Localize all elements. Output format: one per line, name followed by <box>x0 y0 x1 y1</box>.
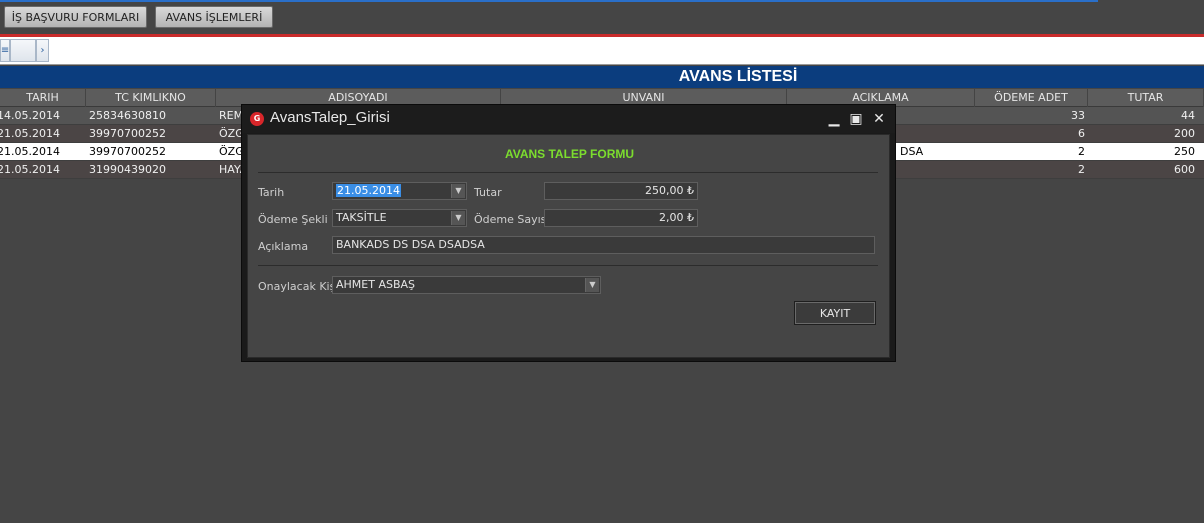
odeme-sayisi-input[interactable]: 2,00 ₺ <box>544 209 698 227</box>
maximize-icon[interactable]: ▣ <box>848 111 864 127</box>
chevron-down-icon[interactable]: ▼ <box>451 184 465 198</box>
avans-talep-dialog: G AvansTalep_Girisi ▁ ▣ ✕ AVANS TALEP FO… <box>241 104 896 362</box>
col-tutar[interactable]: TUTAR <box>1088 89 1204 107</box>
tutar-label: Tutar <box>474 186 502 199</box>
onaylacak-kisi-select[interactable]: AHMET ASBAŞ ▼ <box>332 276 601 294</box>
col-tc-kimlikno[interactable]: TC KIMLIKNO <box>86 89 216 107</box>
odeme-sekli-select[interactable]: TAKSİTLE ▼ <box>332 209 467 227</box>
onaylacak-kisi-label: Onaylacak Kişi <box>258 280 339 293</box>
tarih-value: 21.05.2014 <box>336 184 401 197</box>
dialog-title: AvansTalep_Girisi <box>270 109 390 126</box>
tarih-label: Tarih <box>258 186 285 199</box>
col-tarih[interactable]: TARIH <box>0 89 86 107</box>
col-odeme-adet[interactable]: ÖDEME ADET <box>975 89 1088 107</box>
dialog-titlebar[interactable]: G AvansTalep_Girisi ▁ ▣ ✕ <box>242 105 895 133</box>
minimize-icon[interactable]: ▁ <box>826 111 842 127</box>
close-icon[interactable]: ✕ <box>871 111 887 127</box>
form-title: AVANS TALEP FORMU <box>504 147 635 161</box>
onaylacak-kisi-value: AHMET ASBAŞ <box>336 278 416 291</box>
nav-blank-button[interactable] <box>10 39 36 62</box>
odeme-sekli-label: Ödeme Şekli <box>258 213 328 226</box>
list-title: AVANS LİSTESİ <box>678 68 798 85</box>
divider <box>258 265 878 266</box>
chevron-down-icon[interactable]: ▼ <box>585 278 599 292</box>
dialog-body: AVANS TALEP FORMU Tarih 21.05.2014 ▼ Tut… <box>247 134 890 358</box>
odeme-sayisi-label: Ödeme Sayısı <box>474 213 550 226</box>
divider <box>258 172 878 173</box>
is-basvuru-formlari-button[interactable]: İŞ BAŞVURU FORMLARI <box>4 6 147 28</box>
avans-islemleri-button[interactable]: AVANS İŞLEMLERİ <box>155 6 273 28</box>
menu-icon[interactable]: ≡ <box>0 39 10 62</box>
tutar-input[interactable]: 250,00 ₺ <box>544 182 698 200</box>
odeme-sekli-value: TAKSİTLE <box>336 211 387 224</box>
kayit-button[interactable]: KAYIT <box>794 301 876 325</box>
aciklama-input[interactable]: BANKADS DS DSA DSADSA <box>332 236 875 254</box>
navigator-strip: ≡ › <box>0 37 1204 65</box>
tarih-date-picker[interactable]: 21.05.2014 ▼ <box>332 182 467 200</box>
top-toolbar: İŞ BAŞVURU FORMLARI AVANS İŞLEMLERİ <box>0 2 1204 32</box>
app-icon: G <box>250 112 264 126</box>
aciklama-label: Açıklama <box>258 240 309 253</box>
chevron-down-icon[interactable]: ▼ <box>451 211 465 225</box>
chevron-right-icon[interactable]: › <box>36 39 49 62</box>
